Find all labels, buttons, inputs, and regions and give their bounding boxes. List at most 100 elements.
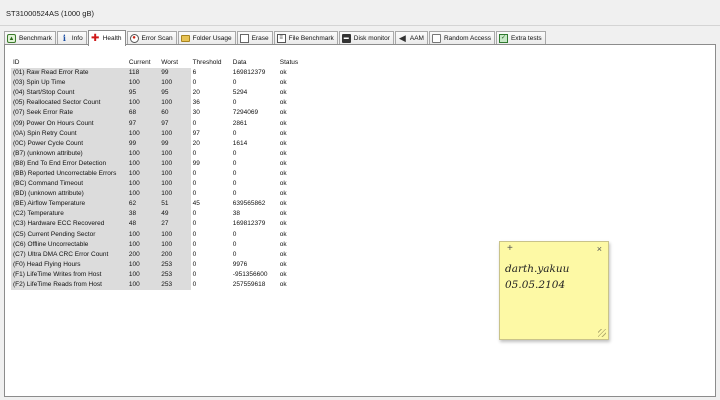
column-header-current[interactable]: Current — [127, 57, 159, 68]
table-row[interactable]: (01) Raw Read Error Rate 118 99 6 169812379 o… — [11, 68, 311, 79]
tab-bar: ▲ Benchmark i Info ✚ Health ● Error Scan… — [4, 29, 716, 46]
tab-label: Erase — [251, 35, 269, 42]
cell-current: 100 — [126, 239, 160, 250]
note-text-line[interactable]: 05.05.2104 — [505, 279, 565, 291]
table-row[interactable]: (09) Power On Hours Count 97 97 0 2861 ok — [11, 118, 311, 129]
tab-label: Extra tests — [510, 35, 542, 42]
tab-random-access[interactable]: Random Access — [428, 31, 495, 45]
cell-status: ok — [279, 180, 287, 188]
cell-data: 2861 — [232, 119, 248, 127]
cell-status: ok — [279, 99, 287, 107]
cell-current: 100 — [126, 148, 160, 159]
cell-worst: 97 — [159, 118, 191, 129]
column-header-id[interactable]: ID — [11, 57, 127, 68]
cell-current: 99 — [126, 138, 160, 149]
cell-current: 100 — [126, 179, 160, 190]
tab-disk-monitor[interactable]: ▬ Disk monitor — [338, 31, 394, 45]
cell-data: 7294069 — [232, 109, 259, 117]
table-row[interactable]: (C6) Offline Uncorrectable 100 100 0 0 ok — [11, 239, 311, 250]
table-row[interactable]: (F1) LifeTime Writes from Host 100 253 0 -95… — [11, 269, 311, 280]
column-header-status[interactable]: Status — [278, 57, 311, 68]
cell-current: 100 — [126, 158, 160, 169]
tab-file-benchmark[interactable]: ≡ File Benchmark — [273, 31, 338, 45]
cell-data: 0 — [232, 129, 237, 137]
tab-erase[interactable]: Erase — [236, 31, 273, 45]
health-panel: ID Current Worst Threshold Data Status (… — [4, 44, 716, 397]
tab-error-scan[interactable]: ● Error Scan — [126, 31, 177, 45]
cell-current: 100 — [126, 259, 160, 270]
tab-folder-usage[interactable]: Folder Usage — [177, 31, 236, 45]
cell-data: 0 — [232, 180, 237, 188]
cell-worst: 100 — [159, 78, 191, 89]
cell-current: 200 — [126, 249, 160, 260]
table-row[interactable]: (0A) Spin Retry Count 100 100 97 0 ok — [11, 128, 311, 139]
resize-grip-icon[interactable] — [598, 329, 606, 337]
cell-current: 100 — [126, 279, 160, 291]
cell-status: ok — [279, 149, 287, 157]
cell-status: ok — [279, 230, 287, 238]
cell-attribute-id: (09) Power On Hours Count — [11, 118, 127, 129]
table-row[interactable]: (C7) Ultra DMA CRC Error Count 200 200 0 0 ok — [11, 249, 311, 260]
cell-threshold: 0 — [192, 180, 197, 188]
cell-current: 62 — [126, 199, 160, 210]
cell-threshold: 36 — [192, 99, 200, 107]
cell-data: 5294 — [232, 89, 248, 97]
cell-current: 100 — [126, 189, 160, 200]
note-add-button[interactable]: + — [507, 243, 513, 255]
table-row[interactable]: (BC) Command Timeout 100 100 0 0 ok — [11, 179, 311, 190]
column-header-threshold[interactable]: Threshold — [191, 57, 231, 68]
tab-health[interactable]: ✚ Health — [87, 30, 126, 46]
table-row[interactable]: (BE) Airflow Temperature 62 51 45 639565862 o… — [11, 199, 311, 210]
tab-label: AAM — [409, 35, 424, 42]
cell-threshold: 20 — [192, 139, 200, 147]
cell-status: ok — [279, 169, 287, 177]
cell-attribute-id: (0C) Power Cycle Count — [11, 138, 127, 149]
table-row[interactable]: (F2) LifeTime Reads from Host 100 253 0 2575… — [11, 279, 311, 291]
note-text-line[interactable]: darth.yakuu — [505, 263, 569, 275]
cell-attribute-id: (BE) Airflow Temperature — [11, 199, 127, 210]
cell-status: ok — [279, 270, 287, 278]
cell-worst: 49 — [159, 209, 191, 220]
column-header-worst[interactable]: Worst — [159, 57, 190, 68]
cell-threshold: 0 — [192, 230, 197, 238]
table-row[interactable]: (05) Reallocated Sector Count 100 100 36 0 ok — [11, 98, 311, 109]
cell-attribute-id: (C6) Offline Uncorrectable — [11, 239, 127, 250]
cell-worst: 99 — [159, 138, 191, 149]
note-close-button[interactable]: × — [597, 243, 602, 255]
table-row[interactable]: (B7) (unknown attribute) 100 100 0 0 ok — [11, 148, 311, 159]
cell-attribute-id: (C3) Hardware ECC Recovered — [11, 219, 127, 230]
cell-current: 38 — [126, 209, 160, 220]
error-scan-icon: ● — [129, 34, 139, 43]
table-row[interactable]: (C3) Hardware ECC Recovered 48 27 0 16981237… — [11, 219, 311, 230]
table-row[interactable]: (B8) End To End Error Detection 100 100 99 0… — [11, 158, 311, 169]
table-row[interactable]: (C5) Current Pending Sector 100 100 0 0 ok — [11, 229, 311, 240]
cell-attribute-id: (0A) Spin Retry Count — [11, 128, 127, 139]
table-row[interactable]: (BB) Reported Uncorrectable Errors 100 100… — [11, 168, 311, 180]
cell-data: 0 — [232, 169, 237, 177]
device-selector[interactable]: ST31000524AS (1000 gB) — [6, 7, 206, 20]
tab-benchmark[interactable]: ▲ Benchmark — [4, 31, 56, 45]
cell-attribute-id: (07) Seek Error Rate — [11, 108, 127, 119]
random-access-icon — [431, 34, 441, 43]
cell-data: 0 — [232, 250, 237, 258]
table-row[interactable]: (BD) (unknown attribute) 100 100 0 0 ok — [11, 189, 311, 200]
table-row[interactable]: (07) Seek Error Rate 68 60 30 7294069 ok — [11, 108, 311, 119]
tab-info[interactable]: i Info — [56, 31, 87, 45]
tab-aam[interactable]: ◀ AAM — [394, 31, 428, 45]
table-row[interactable]: (F0) Head Flying Hours 100 253 0 9976 ok — [11, 259, 311, 270]
table-row[interactable]: (04) Start/Stop Count 95 95 20 5294 ok — [11, 88, 311, 99]
cell-attribute-id: (C5) Current Pending Sector — [11, 229, 127, 240]
cell-current: 97 — [126, 118, 160, 129]
column-header-data[interactable]: Data — [231, 57, 278, 68]
cell-worst: 51 — [159, 199, 191, 210]
table-header-row: ID Current Worst Threshold Data Status — [11, 57, 311, 68]
table-row[interactable]: (03) Spin Up Time 100 100 0 0 ok — [11, 78, 311, 89]
cell-status: ok — [279, 159, 287, 167]
tab-extra-tests[interactable]: ✓ Extra tests — [495, 31, 546, 45]
tab-label: Benchmark — [19, 35, 52, 42]
table-row[interactable]: (C2) Temperature 38 49 0 38 ok — [11, 209, 311, 220]
sticky-note[interactable]: + × darth.yakuu 05.05.2104 — [499, 241, 609, 340]
cell-threshold: 0 — [192, 270, 197, 278]
table-row[interactable]: (0C) Power Cycle Count 99 99 20 1614 ok — [11, 138, 311, 149]
cell-worst: 253 — [159, 269, 191, 280]
